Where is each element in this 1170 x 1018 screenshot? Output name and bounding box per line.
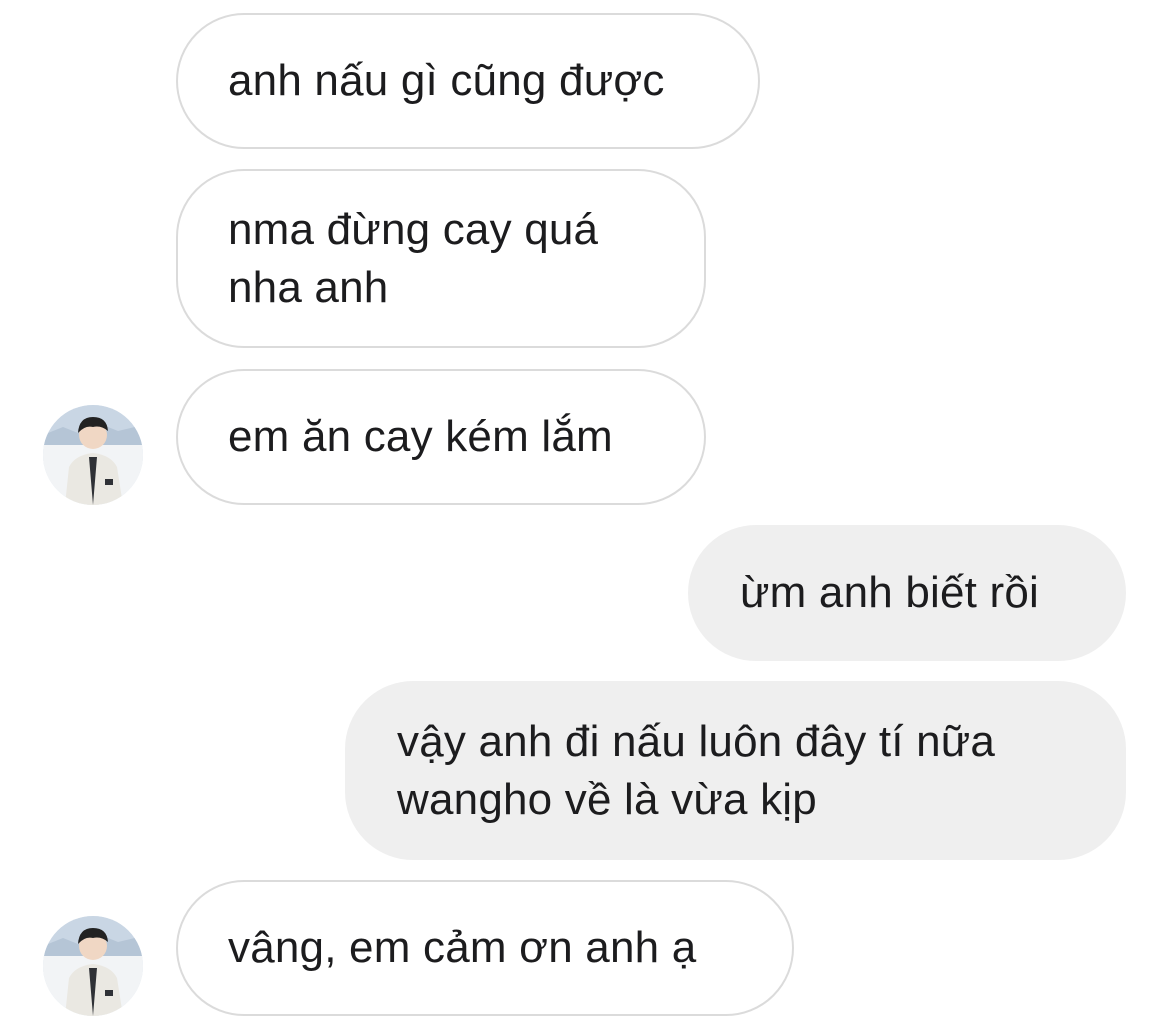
chat-screen: { "conversation": { "messages": [ { "dir… xyxy=(0,0,1170,1018)
contact-avatar[interactable] xyxy=(43,405,143,505)
contact-avatar[interactable] xyxy=(43,916,143,1016)
message-bubble-incoming[interactable]: anh nấu gì cũng được xyxy=(176,13,760,149)
message-text: em ăn cay kém lắm xyxy=(228,412,613,461)
person-photo-icon xyxy=(43,916,143,1016)
message-text: anh nấu gì cũng được xyxy=(228,56,665,105)
message-line: vậy anh đi nấu luôn đây tí nữa xyxy=(397,716,996,766)
message-bubble-incoming[interactable]: em ăn cay kém lắm xyxy=(176,369,706,505)
message-text: vậy anh đi nấu luôn đây tí nữa wangho về… xyxy=(397,713,995,829)
message-line: nha anh xyxy=(228,262,389,312)
message-bubble-outgoing[interactable]: ừm anh biết rồi xyxy=(688,525,1126,661)
message-bubble-incoming[interactable]: vâng, em cảm ơn anh ạ xyxy=(176,880,794,1016)
message-bubble-incoming[interactable]: nma đừng cay quá nha anh xyxy=(176,169,706,348)
message-line: wangho về là vừa kịp xyxy=(397,774,817,824)
message-bubble-outgoing[interactable]: vậy anh đi nấu luôn đây tí nữa wangho về… xyxy=(345,681,1126,860)
message-line: nma đừng cay quá xyxy=(228,204,599,254)
message-text: vâng, em cảm ơn anh ạ xyxy=(228,923,697,972)
person-photo-icon xyxy=(43,405,143,505)
message-text: nma đừng cay quá nha anh xyxy=(228,201,598,317)
message-text: ừm anh biết rồi xyxy=(740,568,1040,617)
